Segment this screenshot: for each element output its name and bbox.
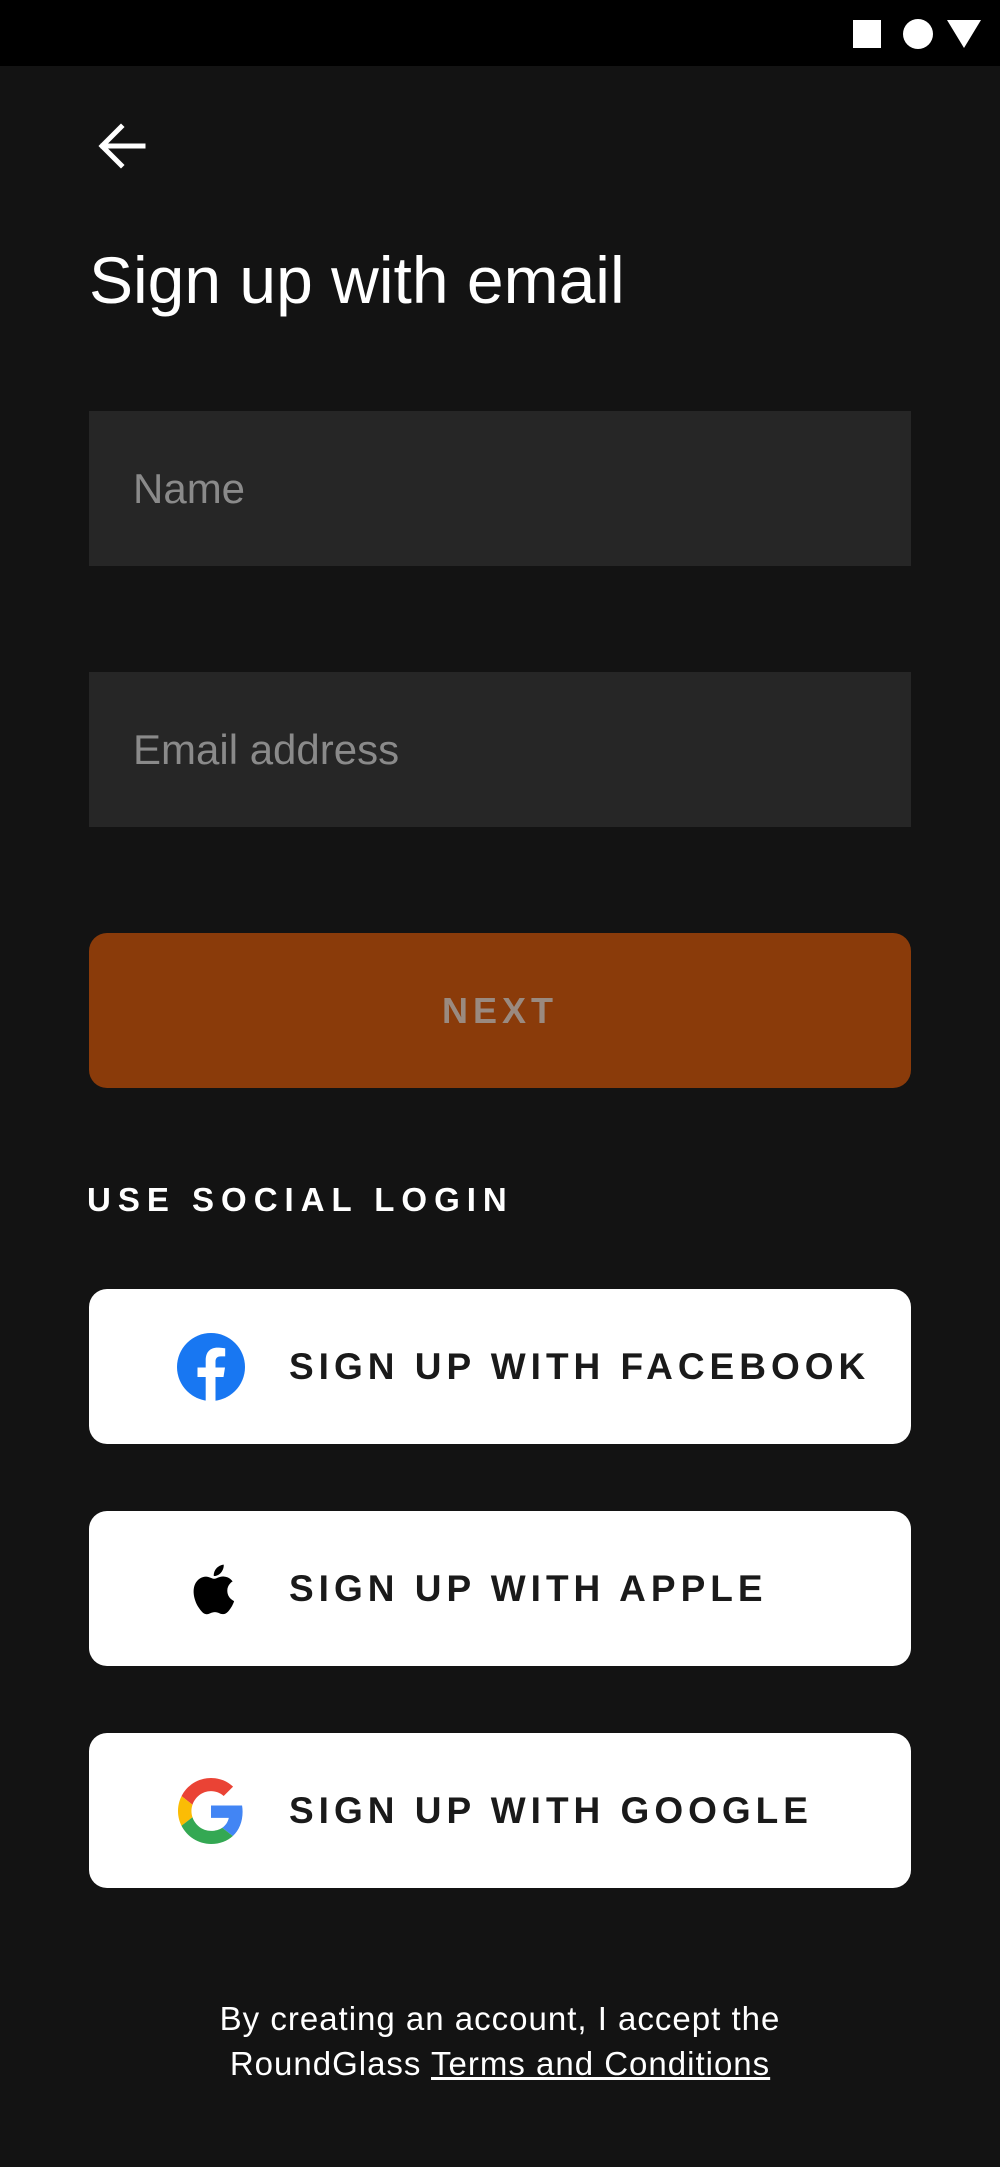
terms-notice-line2: RoundGlass Terms and Conditions	[0, 2041, 1000, 2086]
social-login-heading: USE SOCIAL LOGIN	[87, 1181, 514, 1218]
facebook-icon	[177, 1333, 245, 1401]
arrow-left-icon	[98, 123, 146, 169]
next-button[interactable]: NEXT	[89, 933, 911, 1088]
facebook-signup-button[interactable]: SIGN UP WITH FACEBOOK	[89, 1289, 911, 1444]
terms-notice-prefix: RoundGlass	[229, 2045, 431, 2082]
google-signup-label: SIGN UP WITH GOOGLE	[289, 1790, 813, 1831]
page-title: Sign up with email	[89, 243, 625, 317]
terms-notice: By creating an account, I accept the Rou…	[0, 1996, 1000, 2086]
google-icon	[177, 1777, 245, 1845]
google-signup-button[interactable]: SIGN UP WITH GOOGLE	[89, 1733, 911, 1888]
terms-notice-line1: By creating an account, I accept the	[219, 2000, 781, 2037]
email-input[interactable]	[89, 672, 911, 827]
apple-signup-label: SIGN UP WITH APPLE	[289, 1568, 768, 1609]
email-field[interactable]	[89, 672, 911, 827]
apple-icon	[177, 1555, 245, 1623]
name-input[interactable]	[89, 411, 911, 566]
name-field[interactable]	[89, 411, 911, 566]
stop-square-icon	[853, 20, 881, 48]
apple-signup-button[interactable]: SIGN UP WITH APPLE	[89, 1511, 911, 1666]
record-circle-icon	[903, 19, 933, 49]
terms-and-conditions-link[interactable]: Terms and Conditions	[431, 2045, 770, 2082]
status-bar	[0, 0, 1000, 66]
back-button[interactable]	[88, 112, 156, 180]
signup-screen: Sign up with email NEXT USE SOCIAL LOGIN…	[0, 0, 1000, 2167]
signal-triangle-icon	[947, 20, 981, 48]
facebook-signup-label: SIGN UP WITH FACEBOOK	[289, 1346, 871, 1387]
